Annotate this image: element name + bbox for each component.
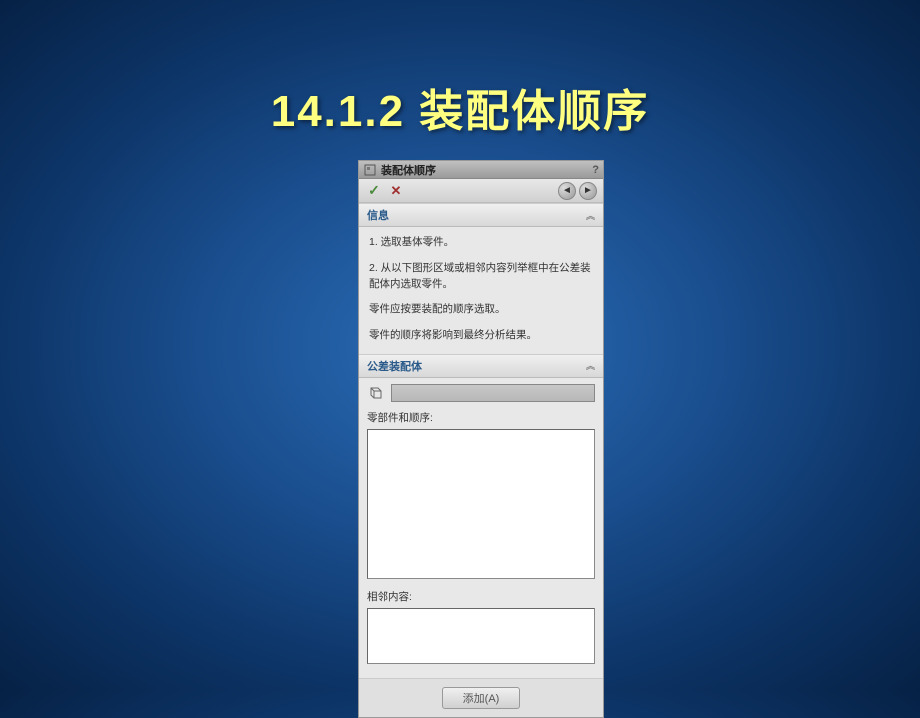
- cancel-button[interactable]: ✕: [387, 182, 405, 200]
- check-icon: ✓: [368, 182, 380, 199]
- info-content: 1. 选取基体零件。 2. 从以下图形区域或相邻内容列举框中在公差装配体内选取零…: [359, 227, 603, 354]
- slide-title: 14.1.2 装配体顺序: [0, 0, 920, 139]
- collapse-icon: ︽: [586, 359, 595, 372]
- ok-button[interactable]: ✓: [365, 182, 383, 200]
- parts-order-label: 零部件和顺序:: [367, 410, 595, 425]
- info-line-1: 1. 选取基体零件。: [369, 235, 593, 251]
- next-button[interactable]: ►: [579, 182, 597, 200]
- add-button[interactable]: 添加(A): [442, 687, 521, 709]
- component-icon: [367, 384, 385, 402]
- adjacent-label: 相邻内容:: [367, 589, 595, 604]
- tolerance-input[interactable]: [391, 384, 595, 402]
- info-section-header[interactable]: 信息 ︽: [359, 203, 603, 227]
- info-line-4: 零件的顺序将影响到最终分析结果。: [369, 328, 593, 344]
- parts-order-listbox[interactable]: [367, 429, 595, 579]
- collapse-icon: ︽: [586, 209, 595, 222]
- help-icon[interactable]: ?: [592, 164, 599, 176]
- adjacent-listbox[interactable]: [367, 608, 595, 664]
- tolerance-header-text: 公差装配体: [367, 358, 586, 374]
- prev-button[interactable]: ◄: [558, 182, 576, 200]
- panel-icon: [363, 163, 377, 177]
- panel-title: 装配体顺序: [381, 162, 592, 178]
- tolerance-content: 零部件和顺序: 相邻内容:: [359, 378, 603, 678]
- x-icon: ✕: [391, 183, 402, 199]
- tolerance-input-row: [367, 384, 595, 402]
- property-panel: 装配体顺序 ? ✓ ✕ ◄ ► 信息 ︽ 1. 选取基体零件。 2. 从以下图形…: [358, 160, 604, 718]
- info-line-3: 零件应按要装配的顺序选取。: [369, 302, 593, 318]
- panel-titlebar: 装配体顺序 ?: [359, 161, 603, 179]
- tolerance-section-header[interactable]: 公差装配体 ︽: [359, 354, 603, 378]
- panel-toolbar: ✓ ✕ ◄ ►: [359, 179, 603, 203]
- arrow-right-icon: ►: [583, 185, 593, 196]
- panel-bottom-bar: 添加(A): [359, 678, 603, 717]
- info-header-text: 信息: [367, 207, 586, 223]
- arrow-left-icon: ◄: [562, 185, 572, 196]
- info-line-2: 2. 从以下图形区域或相邻内容列举框中在公差装配体内选取零件。: [369, 261, 593, 293]
